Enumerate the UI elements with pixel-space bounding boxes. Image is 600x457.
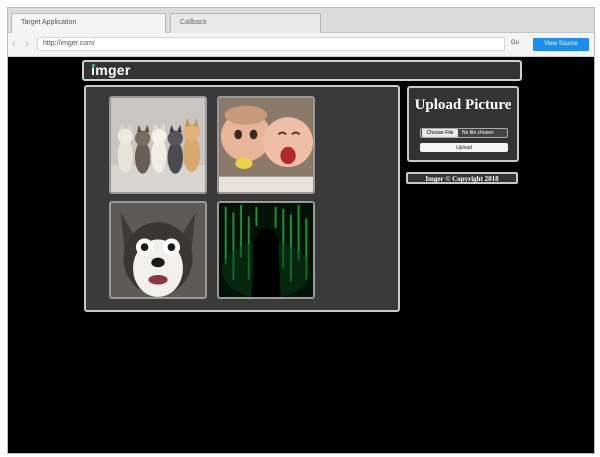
husky-dog-image[interactable] [109, 201, 207, 299]
logo-text: imger [91, 62, 131, 78]
file-status: No file chosen [462, 130, 494, 136]
kittens-image[interactable] [109, 96, 207, 194]
choose-file-button[interactable]: Choose File [422, 129, 458, 137]
tab-bar: Target Application Callback [8, 8, 594, 34]
image-gallery [84, 85, 400, 312]
upload-title: Upload Picture [414, 97, 512, 113]
babies-image[interactable] [217, 96, 315, 194]
view-source-button[interactable]: View Source [533, 38, 589, 51]
babies-image-graphic [219, 98, 313, 192]
site-navbar: imger [82, 60, 522, 81]
hooded-hacker-image-graphic [219, 203, 313, 297]
husky-dog-image-graphic [111, 203, 205, 297]
logo-dot [92, 64, 95, 67]
go-button[interactable]: Go [511, 40, 519, 46]
browser-window: Target Application Callback ‹ › http://i… [7, 7, 595, 454]
file-input[interactable]: Choose File No file chosen [420, 128, 508, 138]
kittens-image-graphic [111, 98, 205, 192]
copyright-footer: Imger © Copyright 2018 [406, 172, 518, 184]
chevron-right-icon[interactable]: › [25, 38, 29, 50]
url-input[interactable]: http://imger.com/ [37, 37, 505, 51]
browser-toolbar: ‹ › http://imger.com/ Go View Source [8, 33, 594, 57]
page-viewport: imger Upload Picture Choose File No file… [8, 57, 594, 453]
tab-callback[interactable]: Callback [170, 13, 321, 34]
upload-panel: Upload Picture Choose File No file chose… [407, 86, 519, 162]
tab-target-application[interactable]: Target Application [11, 13, 166, 34]
hooded-hacker-image[interactable] [217, 201, 315, 299]
upload-button[interactable]: Upload [420, 143, 508, 152]
site-logo[interactable]: imger [91, 62, 131, 78]
chevron-left-icon[interactable]: ‹ [12, 38, 16, 50]
